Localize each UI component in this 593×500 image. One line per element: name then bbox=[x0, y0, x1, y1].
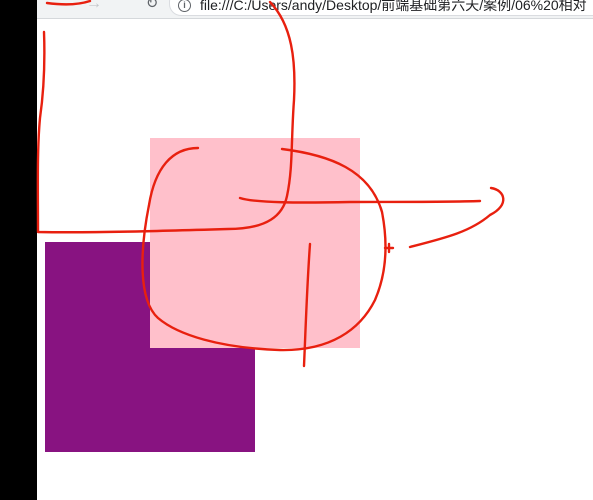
url-text: file:///C:/Users/andy/Desktop/前端基础第六天/案例… bbox=[200, 0, 587, 13]
reload-icon[interactable]: ↻ bbox=[142, 0, 162, 14]
pink-box bbox=[150, 138, 360, 348]
annotation-right-arc bbox=[408, 186, 505, 249]
left-edge-strip bbox=[0, 0, 37, 500]
browser-toolbar: → ↻ i file:///C:/Users/andy/Desktop/前端基础… bbox=[37, 0, 593, 19]
forward-arrow-icon[interactable]: → bbox=[84, 0, 104, 14]
info-icon[interactable]: i bbox=[178, 0, 191, 12]
address-bar[interactable]: i file:///C:/Users/andy/Desktop/前端基础第六天/… bbox=[169, 0, 593, 16]
browser-window: → ↻ i file:///C:/Users/andy/Desktop/前端基础… bbox=[0, 0, 593, 500]
annotation-plus bbox=[383, 242, 395, 254]
